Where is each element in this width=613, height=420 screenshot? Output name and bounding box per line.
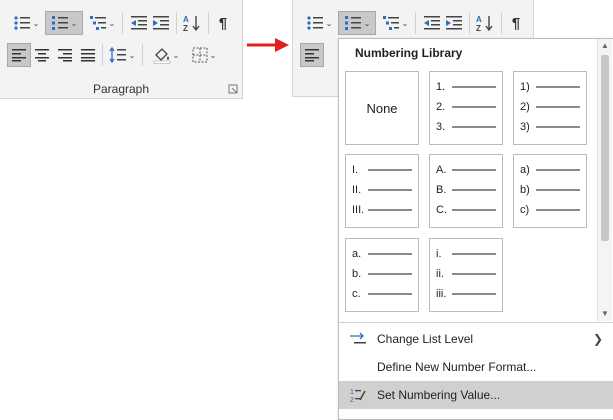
show-hide-button[interactable]: ¶ [212,12,234,34]
change-list-level-label: Change List Level [377,332,474,346]
line-spacing-button[interactable]: ⌄ [106,44,138,66]
scroll-up-icon[interactable]: ▲ [601,41,609,50]
numbering-tile-arabic-paren[interactable]: 1) 2) 3) [513,71,587,145]
decrease-indent-icon [424,16,440,30]
scroll-down-icon[interactable]: ▼ [601,309,609,318]
svg-text:A: A [183,15,189,24]
define-new-number-format-item[interactable]: Define New Number Format... [339,353,613,381]
align-left-icon [12,49,26,62]
align-center-icon [35,49,49,62]
justify-icon [81,49,95,62]
tile-none-label: None [366,100,398,116]
numbering-tile-upper-roman[interactable]: I. II. III. [345,154,419,228]
sort-icon: AZ [183,15,200,32]
sort-icon: AZ [476,15,493,32]
pilcrow-icon: ¶ [218,14,228,32]
numbering-tile-lower-roman[interactable]: i. ii. iii. [429,238,503,312]
red-arrow-icon [247,38,289,52]
svg-text:Z: Z [476,24,481,32]
define-new-number-format-label: Define New Number Format... [377,360,537,374]
align-left-icon [305,49,319,62]
decrease-indent-button[interactable] [421,12,443,34]
set-numbering-value-label: Set Numbering Value... [377,388,501,402]
numbering-library-title: Numbering Library [355,46,463,60]
pilcrow-icon: ¶ [511,14,521,32]
line-spacing-icon [109,47,126,63]
paragraph-group: ⌄ ⌄ ⌄ AZ ¶ ⌄ ⌄ ⌄ Paragraph [0,0,243,99]
numbering-icon [344,16,361,30]
scroll-thumb[interactable] [601,55,609,241]
chevron-down-icon[interactable]: ⌄ [364,19,371,28]
bullets-button[interactable]: ⌄ [301,12,337,34]
justify-button[interactable] [77,44,99,66]
submenu-arrow-icon: ❯ [592,332,603,346]
numbering-dropdown: Numbering Library None 1. 2. 3. 1) 2) 3)… [338,38,613,420]
numbering-button[interactable]: ⌄ [338,11,376,35]
borders-button[interactable]: ⌄ [186,44,222,66]
align-right-button[interactable] [54,44,76,66]
shading-button[interactable]: ⌄ [148,44,184,66]
change-list-level-icon [350,332,366,344]
multilevel-list-button[interactable]: ⌄ [84,12,120,34]
svg-text:2: 2 [350,397,354,403]
numbering-tile-arabic-period[interactable]: 1. 2. 3. [429,71,503,145]
sort-button[interactable]: AZ [473,12,497,34]
group-label: Paragraph [92,82,150,96]
scrollbar[interactable]: ▲ ▼ [597,39,612,321]
menu-separator [339,322,613,323]
svg-text:A: A [476,15,482,24]
chevron-down-icon[interactable]: ⌄ [210,51,217,60]
chevron-down-icon[interactable]: ⌄ [71,19,78,28]
chevron-down-icon[interactable]: ⌄ [129,51,136,60]
multilevel-list-icon [382,16,399,30]
paint-bucket-icon [153,48,170,64]
bullets-icon [14,16,30,30]
sort-button[interactable]: AZ [180,12,204,34]
increase-indent-icon [153,16,169,30]
chevron-down-icon[interactable]: ⌄ [33,19,40,28]
multilevel-list-icon [89,16,106,30]
show-hide-button[interactable]: ¶ [505,12,527,34]
multilevel-list-button[interactable]: ⌄ [377,12,413,34]
align-left-button[interactable] [300,43,324,67]
align-left-button[interactable] [7,43,31,67]
chevron-down-icon[interactable]: ⌄ [326,19,333,28]
chevron-down-icon[interactable]: ⌄ [173,51,180,60]
numbering-none-tile[interactable]: None [345,71,419,145]
increase-indent-button[interactable] [150,12,172,34]
bullets-button[interactable]: ⌄ [8,12,44,34]
decrease-indent-icon [131,16,147,30]
borders-icon [192,47,208,63]
numbering-tile-lower-alpha-paren[interactable]: a) b) c) [513,154,587,228]
chevron-down-icon[interactable]: ⌄ [402,19,409,28]
numbering-icon [51,16,68,30]
svg-text:Z: Z [183,24,188,32]
increase-indent-icon [446,16,462,30]
center-button[interactable] [31,44,53,66]
numbering-tile-lower-alpha-period[interactable]: a. b. c. [345,238,419,312]
set-numbering-value-item[interactable]: 12 Set Numbering Value... [339,381,613,409]
dialog-launcher-icon[interactable] [228,84,238,94]
align-right-icon [58,49,72,62]
svg-text:1: 1 [350,389,354,396]
numbering-tile-upper-alpha[interactable]: A. B. C. [429,154,503,228]
chevron-down-icon[interactable]: ⌄ [109,19,116,28]
decrease-indent-button[interactable] [128,12,150,34]
bullets-icon [307,16,323,30]
numbering-button[interactable]: ⌄ [45,11,83,35]
increase-indent-button[interactable] [443,12,465,34]
set-numbering-value-icon: 12 [350,389,366,403]
change-list-level-item[interactable]: Change List Level ❯ [339,325,613,353]
